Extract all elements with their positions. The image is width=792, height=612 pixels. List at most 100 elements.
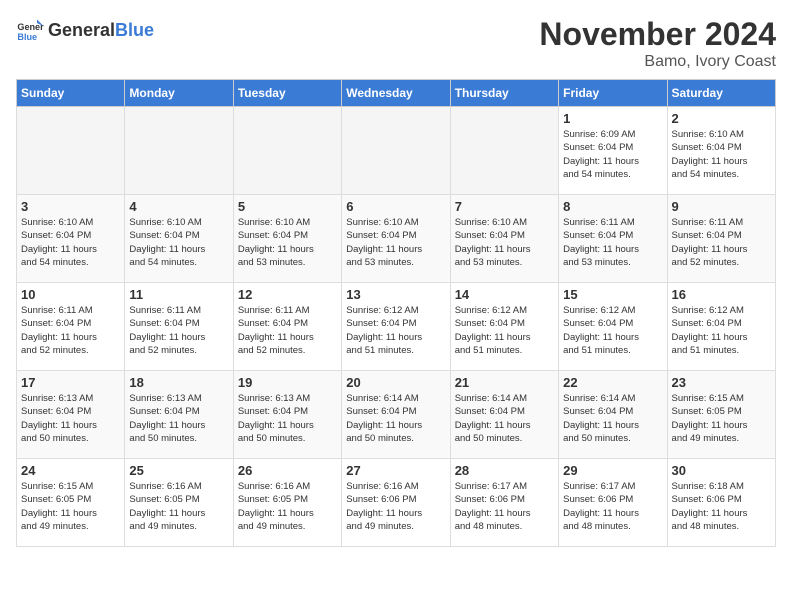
day-info: Sunrise: 6:16 AM Sunset: 6:05 PM Dayligh… [238, 480, 337, 533]
day-info: Sunrise: 6:11 AM Sunset: 6:04 PM Dayligh… [21, 304, 120, 357]
day-info: Sunrise: 6:11 AM Sunset: 6:04 PM Dayligh… [129, 304, 228, 357]
day-info: Sunrise: 6:12 AM Sunset: 6:04 PM Dayligh… [563, 304, 662, 357]
calendar-cell: 6 Sunrise: 6:10 AM Sunset: 6:04 PM Daylig… [342, 195, 450, 283]
day-number: 14 [455, 287, 554, 302]
calendar-cell [17, 107, 125, 195]
day-number: 21 [455, 375, 554, 390]
day-header-sunday: Sunday [17, 80, 125, 107]
calendar-cell: 1Sunrise: 6:09 AM Sunset: 6:04 PM Daylig… [559, 107, 667, 195]
day-number: 25 [129, 463, 228, 478]
logo-blue-text: Blue [115, 20, 154, 40]
day-number: 22 [563, 375, 662, 390]
calendar-body: 1Sunrise: 6:09 AM Sunset: 6:04 PM Daylig… [17, 107, 776, 547]
header: General Blue GeneralBlue November 2024 B… [16, 16, 776, 71]
day-number: 15 [563, 287, 662, 302]
day-info: Sunrise: 6:13 AM Sunset: 6:04 PM Dayligh… [129, 392, 228, 445]
day-info: Sunrise: 6:11 AM Sunset: 6:04 PM Dayligh… [238, 304, 337, 357]
logo-general-text: General [48, 20, 115, 40]
day-number: 5 [238, 199, 337, 214]
calendar-cell: 22 Sunrise: 6:14 AM Sunset: 6:04 PM Dayli… [559, 371, 667, 459]
location-title: Bamo, Ivory Coast [539, 53, 776, 71]
calendar-cell: 4 Sunrise: 6:10 AM Sunset: 6:04 PM Daylig… [125, 195, 233, 283]
day-number: 2 [672, 111, 771, 126]
calendar-cell: 13 Sunrise: 6:12 AM Sunset: 6:04 PM Dayli… [342, 283, 450, 371]
day-number: 30 [672, 463, 771, 478]
calendar-cell: 11Sunrise: 6:11 AM Sunset: 6:04 PM Dayli… [125, 283, 233, 371]
week-row-2: 3 Sunrise: 6:10 AM Sunset: 6:04 PM Daylig… [17, 195, 776, 283]
day-number: 12 [238, 287, 337, 302]
day-header-wednesday: Wednesday [342, 80, 450, 107]
month-title: November 2024 [539, 16, 776, 53]
day-number: 20 [346, 375, 445, 390]
day-number: 10 [21, 287, 120, 302]
day-number: 17 [21, 375, 120, 390]
day-number: 8 [563, 199, 662, 214]
calendar-cell: 7Sunrise: 6:10 AM Sunset: 6:04 PM Daylig… [450, 195, 558, 283]
day-info: Sunrise: 6:11 AM Sunset: 6:04 PM Dayligh… [563, 216, 662, 269]
day-info: Sunrise: 6:16 AM Sunset: 6:05 PM Dayligh… [129, 480, 228, 533]
calendar-cell: 21 Sunrise: 6:14 AM Sunset: 6:04 PM Dayli… [450, 371, 558, 459]
week-row-4: 17 Sunrise: 6:13 AM Sunset: 6:04 PM Dayli… [17, 371, 776, 459]
calendar-cell [233, 107, 341, 195]
calendar-cell: 19Sunrise: 6:13 AM Sunset: 6:04 PM Dayli… [233, 371, 341, 459]
logo: General Blue GeneralBlue [16, 16, 154, 44]
day-number: 24 [21, 463, 120, 478]
week-row-3: 10 Sunrise: 6:11 AM Sunset: 6:04 PM Dayli… [17, 283, 776, 371]
day-info: Sunrise: 6:14 AM Sunset: 6:04 PM Dayligh… [563, 392, 662, 445]
day-number: 26 [238, 463, 337, 478]
calendar-cell: 27 Sunrise: 6:16 AM Sunset: 6:06 PM Dayli… [342, 459, 450, 547]
day-info: Sunrise: 6:18 AM Sunset: 6:06 PM Dayligh… [672, 480, 771, 533]
day-header-monday: Monday [125, 80, 233, 107]
calendar-cell: 2 Sunrise: 6:10 AM Sunset: 6:04 PM Daylig… [667, 107, 775, 195]
calendar-cell [450, 107, 558, 195]
day-info: Sunrise: 6:15 AM Sunset: 6:05 PM Dayligh… [21, 480, 120, 533]
calendar-cell: 25 Sunrise: 6:16 AM Sunset: 6:05 PM Dayli… [125, 459, 233, 547]
day-info: Sunrise: 6:10 AM Sunset: 6:04 PM Dayligh… [346, 216, 445, 269]
day-number: 29 [563, 463, 662, 478]
week-row-1: 1Sunrise: 6:09 AM Sunset: 6:04 PM Daylig… [17, 107, 776, 195]
day-info: Sunrise: 6:13 AM Sunset: 6:04 PM Dayligh… [21, 392, 120, 445]
day-number: 27 [346, 463, 445, 478]
calendar-cell: 9Sunrise: 6:11 AM Sunset: 6:04 PM Daylig… [667, 195, 775, 283]
day-number: 23 [672, 375, 771, 390]
day-info: Sunrise: 6:10 AM Sunset: 6:04 PM Dayligh… [129, 216, 228, 269]
calendar-header-row: SundayMondayTuesdayWednesdayThursdayFrid… [17, 80, 776, 107]
day-header-tuesday: Tuesday [233, 80, 341, 107]
day-info: Sunrise: 6:14 AM Sunset: 6:04 PM Dayligh… [455, 392, 554, 445]
day-info: Sunrise: 6:10 AM Sunset: 6:04 PM Dayligh… [21, 216, 120, 269]
day-number: 3 [21, 199, 120, 214]
calendar-cell: 3 Sunrise: 6:10 AM Sunset: 6:04 PM Daylig… [17, 195, 125, 283]
calendar-cell: 29 Sunrise: 6:17 AM Sunset: 6:06 PM Dayli… [559, 459, 667, 547]
calendar-cell: 5Sunrise: 6:10 AM Sunset: 6:04 PM Daylig… [233, 195, 341, 283]
day-number: 13 [346, 287, 445, 302]
day-number: 16 [672, 287, 771, 302]
title-area: November 2024 Bamo, Ivory Coast [539, 16, 776, 71]
day-info: Sunrise: 6:10 AM Sunset: 6:04 PM Dayligh… [672, 128, 771, 181]
calendar-cell: 12 Sunrise: 6:11 AM Sunset: 6:04 PM Dayli… [233, 283, 341, 371]
week-row-5: 24 Sunrise: 6:15 AM Sunset: 6:05 PM Dayli… [17, 459, 776, 547]
calendar-cell: 15 Sunrise: 6:12 AM Sunset: 6:04 PM Dayli… [559, 283, 667, 371]
calendar-cell: 16Sunrise: 6:12 AM Sunset: 6:04 PM Dayli… [667, 283, 775, 371]
day-number: 4 [129, 199, 228, 214]
calendar-cell [342, 107, 450, 195]
calendar-cell: 24 Sunrise: 6:15 AM Sunset: 6:05 PM Dayli… [17, 459, 125, 547]
calendar-cell: 8 Sunrise: 6:11 AM Sunset: 6:04 PM Daylig… [559, 195, 667, 283]
day-info: Sunrise: 6:17 AM Sunset: 6:06 PM Dayligh… [563, 480, 662, 533]
logo-icon: General Blue [16, 16, 44, 44]
calendar-cell: 23 Sunrise: 6:15 AM Sunset: 6:05 PM Dayli… [667, 371, 775, 459]
calendar-cell: 26 Sunrise: 6:16 AM Sunset: 6:05 PM Dayli… [233, 459, 341, 547]
day-number: 18 [129, 375, 228, 390]
day-number: 6 [346, 199, 445, 214]
day-header-saturday: Saturday [667, 80, 775, 107]
calendar-cell: 30 Sunrise: 6:18 AM Sunset: 6:06 PM Dayli… [667, 459, 775, 547]
calendar-cell: 18 Sunrise: 6:13 AM Sunset: 6:04 PM Dayli… [125, 371, 233, 459]
day-info: Sunrise: 6:12 AM Sunset: 6:04 PM Dayligh… [346, 304, 445, 357]
day-info: Sunrise: 6:12 AM Sunset: 6:04 PM Dayligh… [455, 304, 554, 357]
calendar-cell: 10 Sunrise: 6:11 AM Sunset: 6:04 PM Dayli… [17, 283, 125, 371]
day-header-friday: Friday [559, 80, 667, 107]
day-info: Sunrise: 6:09 AM Sunset: 6:04 PM Dayligh… [563, 128, 662, 181]
calendar-cell: 17 Sunrise: 6:13 AM Sunset: 6:04 PM Dayli… [17, 371, 125, 459]
day-info: Sunrise: 6:16 AM Sunset: 6:06 PM Dayligh… [346, 480, 445, 533]
day-info: Sunrise: 6:15 AM Sunset: 6:05 PM Dayligh… [672, 392, 771, 445]
calendar-cell: 28Sunrise: 6:17 AM Sunset: 6:06 PM Dayli… [450, 459, 558, 547]
